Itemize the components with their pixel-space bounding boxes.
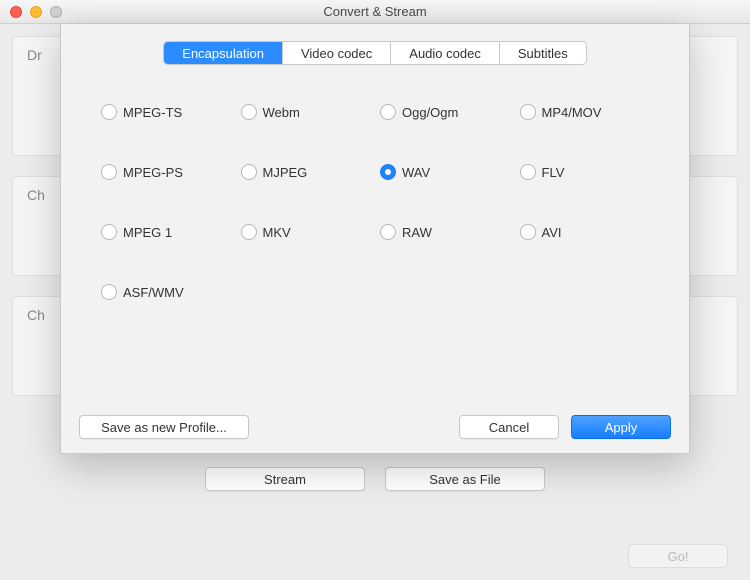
format-label: WAV xyxy=(402,165,430,180)
format-label: MPEG 1 xyxy=(123,225,172,240)
format-option-ogg[interactable]: Ogg/Ogm xyxy=(380,104,510,120)
radio-icon xyxy=(101,104,117,120)
radio-icon xyxy=(101,164,117,180)
radio-icon xyxy=(520,224,536,240)
format-option-flv[interactable]: FLV xyxy=(520,164,650,180)
save-as-file-button[interactable]: Save as File xyxy=(385,467,545,491)
format-label: FLV xyxy=(542,165,565,180)
format-label: MJPEG xyxy=(263,165,308,180)
format-option-webm[interactable]: Webm xyxy=(241,104,371,120)
format-option-wav[interactable]: WAV xyxy=(380,164,510,180)
format-option-avi[interactable]: AVI xyxy=(520,224,650,240)
format-label: ASF/WMV xyxy=(123,285,184,300)
format-option-mpeg1[interactable]: MPEG 1 xyxy=(101,224,231,240)
radio-icon xyxy=(380,164,396,180)
format-label: MKV xyxy=(263,225,291,240)
radio-icon xyxy=(520,164,536,180)
encapsulation-options: MPEG-TS Webm Ogg/Ogm MP4/MOV MPEG-PS MJPEG WAV… xyxy=(101,104,649,300)
tab-audio-codec[interactable]: Audio codec xyxy=(391,42,500,64)
profile-sheet: Encapsulation Video codec Audio codec Su… xyxy=(60,24,690,454)
format-option-mpeg-ps[interactable]: MPEG-PS xyxy=(101,164,231,180)
radio-icon xyxy=(380,224,396,240)
radio-icon xyxy=(380,104,396,120)
tab-subtitles[interactable]: Subtitles xyxy=(500,42,586,64)
radio-icon xyxy=(101,284,117,300)
destination-buttons: Stream Save as File xyxy=(0,467,750,491)
titlebar: Convert & Stream xyxy=(0,0,750,24)
apply-button[interactable]: Apply xyxy=(571,415,671,439)
format-label: MPEG-PS xyxy=(123,165,183,180)
stream-button[interactable]: Stream xyxy=(205,467,365,491)
format-label: MPEG-TS xyxy=(123,105,182,120)
radio-icon xyxy=(241,104,257,120)
format-option-raw[interactable]: RAW xyxy=(380,224,510,240)
format-label: Webm xyxy=(263,105,300,120)
radio-icon xyxy=(241,164,257,180)
format-option-mpeg-ts[interactable]: MPEG-TS xyxy=(101,104,231,120)
save-as-new-profile-button[interactable]: Save as new Profile... xyxy=(79,415,249,439)
sheet-footer: Save as new Profile... Cancel Apply xyxy=(79,415,671,439)
format-option-mkv[interactable]: MKV xyxy=(241,224,371,240)
format-option-mp4[interactable]: MP4/MOV xyxy=(520,104,650,120)
tab-video-codec[interactable]: Video codec xyxy=(283,42,391,64)
tab-encapsulation[interactable]: Encapsulation xyxy=(164,42,283,64)
format-option-mjpeg[interactable]: MJPEG xyxy=(241,164,371,180)
tab-bar: Encapsulation Video codec Audio codec Su… xyxy=(61,42,689,64)
go-button: Go! xyxy=(628,544,728,568)
window-title: Convert & Stream xyxy=(0,4,750,19)
cancel-button[interactable]: Cancel xyxy=(459,415,559,439)
format-label: RAW xyxy=(402,225,432,240)
radio-icon xyxy=(241,224,257,240)
radio-icon xyxy=(520,104,536,120)
format-label: AVI xyxy=(542,225,562,240)
format-label: MP4/MOV xyxy=(542,105,602,120)
format-option-asf[interactable]: ASF/WMV xyxy=(101,284,231,300)
radio-icon xyxy=(101,224,117,240)
format-label: Ogg/Ogm xyxy=(402,105,458,120)
